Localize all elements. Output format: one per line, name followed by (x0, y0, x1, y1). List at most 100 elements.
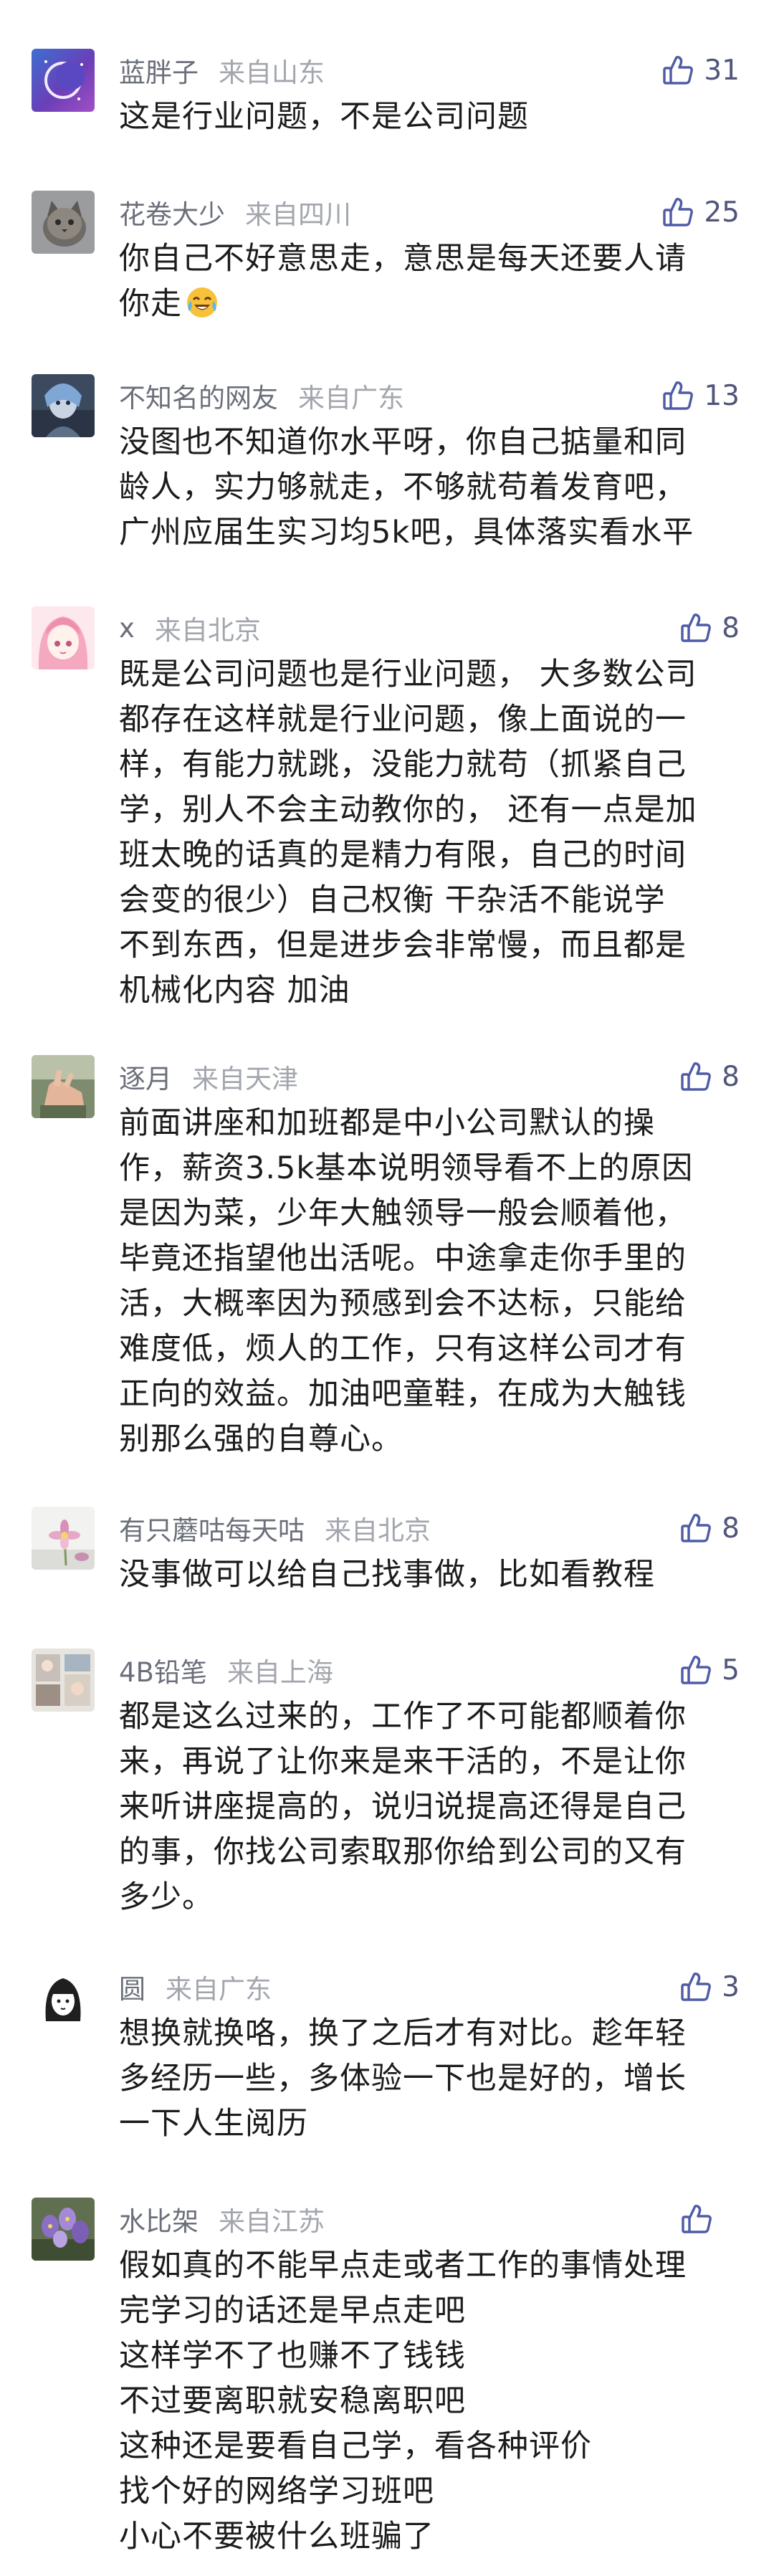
like-count: 3 (722, 1970, 740, 2003)
username[interactable]: 不知名的网友 (119, 376, 278, 415)
comment-text: 没事做可以给自己找事做，比如看教程 (119, 1552, 742, 1598)
comment-line: 你走 (119, 282, 742, 327)
purple-flowers-avatar[interactable] (32, 2198, 95, 2261)
comment-line: 没图也不知道你水平呀，你自己掂量和同 (119, 424, 687, 460)
cat-avatar[interactable] (32, 191, 95, 254)
comment-line: 假如真的不能早点走或者工作的事情处理 (119, 2248, 687, 2284)
comment-text: 前面讲座和加班都是中小公司默认的操 作，薪资3.5k基本说明领导看不上的原因 是因为… (119, 1101, 742, 1462)
flower-avatar[interactable] (32, 1507, 95, 1570)
comment-line: 活，大概率因为预感到会不达标，只能给 (119, 1286, 687, 1322)
comment-line: 这种还是要看自己学，看各种评价 (119, 2428, 592, 2464)
location-label: 来自上海 (226, 1657, 333, 1688)
like-button[interactable]: 5 (679, 1650, 740, 1690)
like-count: 31 (704, 54, 740, 87)
comment-line: 一下人生阅历 (119, 2106, 308, 2142)
comment-line: 来，再说了让你来是来干活的，不是让你 (119, 1744, 687, 1780)
comment-text: 你自己不好意思走，意思是每天还要人请你走 (119, 237, 742, 327)
comment-line: 都存在这样就是行业问题，像上面说的一 (119, 702, 687, 738)
comment-line: 广州应届生实习均5k吧，具体落实看水平 (119, 515, 694, 550)
night-moon-avatar[interactable] (32, 49, 95, 112)
comment-text: 既是公司问题也是行业问题， 大多数公司 都存在这样就是行业问题，像上面说的一 样，有… (119, 652, 742, 1013)
comment-meta: 4B铅笔 来自上海 (119, 1651, 333, 1689)
comment-text: 没图也不知道你水平呀，你自己掂量和同 龄人，实力够就走，不够就苟着发育吧， 广州应届… (119, 420, 742, 555)
location-label: 来自四川 (245, 199, 351, 230)
comment-meta: 有只蘑咕每天咕 来自北京 (119, 1509, 431, 1547)
location-label: 来自天津 (192, 1064, 298, 1094)
username[interactable]: 有只蘑咕每天咕 (119, 1509, 305, 1547)
comment-line: 前面讲座和加班都是中小公司默认的操 (119, 1105, 655, 1141)
thumbs-up-icon[interactable] (679, 1059, 713, 1094)
comment-line: 既是公司问题也是行业问题， 大多数公司 (119, 657, 697, 692)
cartoon-girl-avatar[interactable] (32, 1965, 95, 2028)
like-button[interactable] (679, 2199, 740, 2239)
thumbs-up-icon[interactable] (679, 1970, 713, 2004)
username[interactable]: 逐月 (119, 1057, 172, 1096)
thumbs-up-icon[interactable] (661, 378, 695, 413)
comment-line: 想换就换咯，换了之后才有对比。趁年轻 (119, 2016, 687, 2051)
like-button[interactable]: 8 (679, 608, 740, 648)
thumbs-up-icon[interactable] (679, 1653, 713, 1687)
comment-text: 都是这么过来的，工作了不可能都顺着你 来，再说了让你来是来干活的，不是让你 来听讲座… (119, 1694, 742, 1920)
game-character-avatar[interactable] (32, 374, 95, 437)
comment-line: 别那么强的自尊心。 (119, 1421, 403, 1457)
comment-line: 班太晚的话真的是精力有限，自己的时间 (119, 837, 687, 873)
comment-meta: 水比架 来自江苏 (119, 2200, 325, 2238)
comment-meta: 逐月 来自天津 (119, 1058, 298, 1095)
comment-line: 多少。 (119, 1879, 214, 1915)
photo-collage-avatar[interactable] (32, 1649, 95, 1712)
thumbs-up-icon[interactable] (661, 53, 695, 87)
comment-line: 难度低，烦人的工作，只有这样公司才有 (119, 1331, 687, 1367)
username[interactable]: 花卷大少 (119, 193, 225, 232)
comment-line: 完学习的话还是早点走吧 (119, 2293, 466, 2329)
location-label: 来自北京 (325, 1515, 431, 1546)
hand-photo-avatar[interactable] (32, 1055, 95, 1118)
username[interactable]: x (119, 613, 135, 644)
comment-line: 来听讲座提高的，说归说提高还得是自己 (119, 1789, 687, 1825)
username[interactable]: 水比架 (119, 2200, 199, 2238)
like-button[interactable]: 25 (661, 192, 740, 232)
comment-line: 不到东西，但是进步会非常慢，而且都是 (119, 927, 687, 963)
comment-line: 这样学不了也赚不了钱钱 (119, 2338, 466, 2374)
username[interactable]: 蓝胖子 (119, 51, 199, 90)
location-label: 来自北京 (154, 615, 261, 646)
comment-line: 会变的很少）自己权衡 干杂活不能说学 (119, 882, 666, 918)
comment-text: 假如真的不能早点走或者工作的事情处理 完学习的话还是早点走吧 这样学不了也赚不了钱钱… (119, 2243, 742, 2560)
thumbs-up-icon[interactable] (679, 2202, 714, 2236)
like-button[interactable]: 3 (679, 1967, 740, 2007)
location-label: 来自广东 (298, 383, 404, 414)
comment-meta: x 来自北京 (119, 609, 261, 647)
like-count: 8 (722, 611, 740, 644)
like-count: 8 (722, 1512, 740, 1545)
thumbs-up-icon[interactable] (679, 611, 713, 645)
like-count: 8 (722, 1060, 740, 1093)
thumbs-up-icon[interactable] (679, 1511, 713, 1545)
like-button[interactable]: 8 (679, 1508, 740, 1548)
comment-line: 这是行业问题，不是公司问题 (119, 99, 529, 135)
username[interactable]: 圆 (119, 1967, 145, 2006)
comment-line: 你自己不好意思走，意思是每天还要人请 (119, 241, 687, 277)
comment-line: 的事，你找公司索取那你给到公司的又有 (119, 1834, 687, 1870)
comment-line: 毕竟还指望他出活呢。中途拿走你手里的 (119, 1241, 687, 1277)
thumbs-up-icon[interactable] (661, 195, 695, 229)
comment-line: 学，别人不会主动教你的， 还有一点是加 (119, 792, 697, 828)
anime-girl-avatar[interactable] (32, 606, 95, 669)
like-count: 13 (704, 379, 740, 412)
laughing-crying-emoji (187, 287, 217, 318)
comment-line: 小心不要被什么班骗了 (119, 2519, 434, 2554)
comment-line: 找个好的网络学习班吧 (119, 2474, 434, 2509)
username[interactable]: 4B铅笔 (119, 1651, 207, 1689)
comment-line: 龄人，实力够就走，不够就苟着发育吧， (119, 469, 687, 505)
comment-line: 机械化内容 加油 (119, 973, 350, 1008)
like-button[interactable]: 13 (661, 376, 740, 416)
comment-line: 是因为菜，少年大触领导一般会顺着他， (119, 1196, 687, 1231)
comment-line: 没事做可以给自己找事做，比如看教程 (119, 1557, 655, 1593)
comment-text: 这是行业问题，不是公司问题 (119, 95, 742, 140)
comment-text: 想换就换咯，换了之后才有对比。趁年轻 多经历一些，多体验一下也是好的，增长 一下人生… (119, 2011, 742, 2147)
location-label: 来自广东 (166, 1974, 272, 2005)
comment-line: 都是这么过来的，工作了不可能都顺着你 (119, 1699, 687, 1735)
like-button[interactable]: 8 (679, 1056, 740, 1097)
comment-meta: 不知名的网友 来自广东 (119, 377, 404, 414)
comment-meta: 圆来自广东 (119, 1968, 272, 2005)
like-button[interactable]: 31 (661, 50, 740, 90)
comment-meta: 花卷大少 来自四川 (119, 194, 351, 231)
